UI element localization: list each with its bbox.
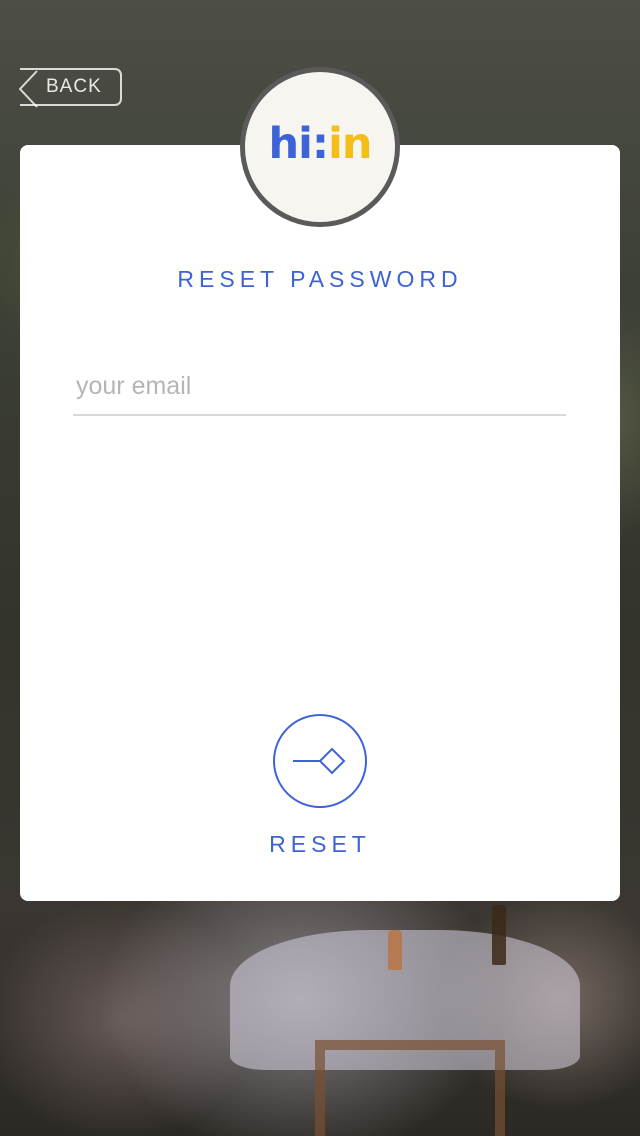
back-button-label: BACK (46, 76, 102, 97)
app-logo: hi:in (240, 67, 400, 227)
reset-button-label[interactable]: RESET (20, 831, 620, 858)
logo-hi: hi (268, 119, 313, 169)
page-title: RESET PASSWORD (177, 266, 463, 292)
background-chair (315, 1040, 505, 1136)
background-bottle (492, 905, 506, 965)
logo-in: in (328, 119, 372, 169)
back-button[interactable]: BACK (19, 68, 122, 108)
reset-button[interactable] (273, 714, 367, 808)
logo-text: hi:in (268, 119, 373, 169)
arrow-diamond-icon (293, 747, 346, 775)
email-field[interactable] (73, 366, 566, 416)
background-glass (388, 930, 402, 970)
logo-separator: : (311, 119, 329, 169)
back-chevron-icon (19, 70, 38, 108)
